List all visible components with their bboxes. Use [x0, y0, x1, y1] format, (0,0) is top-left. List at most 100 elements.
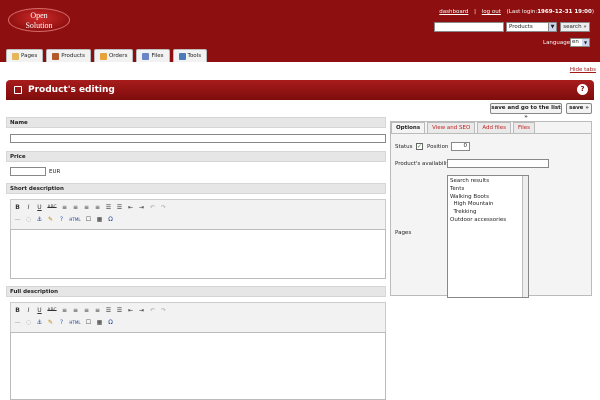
unlink-button[interactable]: ◌ — [25, 216, 32, 223]
list-item[interactable]: Outdoor accessories — [450, 217, 526, 225]
full-description-editor[interactable] — [10, 332, 386, 400]
undo-button[interactable]: ↶ — [149, 307, 156, 314]
tab-files[interactable]: Files — [512, 122, 536, 133]
bullet-list-button[interactable]: ☰ — [105, 307, 112, 314]
availability-field[interactable] — [447, 159, 549, 168]
options-tabs: Options View and SEO Add files Files — [391, 122, 536, 133]
position-field[interactable]: 0 — [451, 142, 470, 151]
options-panel: Options View and SEO Add files Files Sta… — [390, 121, 592, 298]
tab-options[interactable]: Options — [391, 122, 426, 133]
bold-button[interactable]: B — [14, 204, 21, 211]
status-checkbox[interactable]: ✓ — [416, 143, 423, 150]
underline-button[interactable]: U — [36, 307, 43, 314]
currency-label: EUR — [49, 169, 61, 175]
special-char-button[interactable]: Ω — [107, 216, 114, 223]
image-button[interactable]: ☐ — [85, 216, 92, 223]
save-button[interactable]: save » — [566, 103, 592, 114]
tab-products[interactable]: Products — [46, 49, 91, 62]
action-bar: save and go to the list » save » — [6, 100, 594, 120]
tab-view-and-seo[interactable]: View and SEO — [427, 122, 476, 133]
full-description-section: Full description — [6, 286, 386, 297]
list-item[interactable]: Trekking — [450, 209, 526, 217]
outdent-button[interactable]: ⇤ — [127, 204, 134, 211]
search-button[interactable]: search » — [560, 22, 590, 32]
cleanup-button[interactable]: ✎ — [47, 216, 54, 223]
numbered-list-button[interactable]: ☰ — [116, 307, 123, 314]
italic-button[interactable]: I — [25, 307, 32, 314]
files-icon — [142, 52, 150, 60]
align-center-button[interactable]: ≡ — [72, 307, 79, 314]
logo[interactable]: Open Solution — [8, 8, 70, 32]
italic-button[interactable]: I — [25, 204, 32, 211]
link-button[interactable]: — — [14, 319, 21, 326]
tab-tools[interactable]: Tools — [172, 49, 208, 62]
list-item[interactable]: High Mountain — [450, 201, 526, 209]
cleanup-button[interactable]: ✎ — [47, 319, 54, 326]
table-button[interactable]: ▦ — [96, 216, 103, 223]
image-button[interactable]: ☐ — [85, 319, 92, 326]
align-right-button[interactable]: ≡ — [83, 307, 90, 314]
tab-label: Orders — [108, 53, 128, 59]
short-description-section: Short description — [6, 183, 386, 194]
search-type-select[interactable]: Products ▼ — [506, 22, 557, 32]
redo-button[interactable]: ↷ — [160, 204, 167, 211]
align-justify-button[interactable]: ≡ — [94, 204, 101, 211]
strikethrough-button[interactable]: ABC — [47, 307, 57, 314]
help-icon[interactable]: ? — [577, 84, 588, 95]
bold-button[interactable]: B — [14, 307, 21, 314]
tab-add-files[interactable]: Add files — [477, 122, 511, 133]
numbered-list-button[interactable]: ☰ — [116, 204, 123, 211]
products-icon — [52, 52, 60, 60]
anchor-icon[interactable]: ⚓ — [36, 319, 43, 326]
tab-pages[interactable]: Pages — [6, 49, 44, 62]
redo-button[interactable]: ↷ — [160, 307, 167, 314]
align-justify-button[interactable]: ≡ — [94, 307, 101, 314]
help-button[interactable]: ? — [58, 216, 65, 223]
indent-button[interactable]: ⇥ — [138, 204, 145, 211]
html-button[interactable]: HTML — [69, 216, 81, 223]
special-char-button[interactable]: Ω — [107, 319, 114, 326]
dashboard-link[interactable]: dashboard — [439, 9, 468, 15]
tab-label: Files — [151, 53, 164, 59]
list-item[interactable]: Tents — [450, 186, 526, 194]
hide-tabs-link[interactable]: Hide tabs — [570, 67, 596, 73]
save-and-go-button[interactable]: save and go to the list » — [490, 103, 562, 120]
indent-button[interactable]: ⇥ — [138, 307, 145, 314]
last-login-value: 1969-12-31 19:00 — [537, 9, 592, 15]
language-select[interactable]: en ▼ — [570, 38, 590, 47]
align-center-button[interactable]: ≡ — [72, 204, 79, 211]
search-input[interactable] — [434, 22, 504, 32]
logout-link[interactable]: log out — [482, 9, 501, 15]
list-item[interactable]: Search results — [450, 178, 526, 186]
tab-orders[interactable]: Orders — [93, 49, 134, 62]
short-description-editor[interactable] — [10, 229, 386, 279]
position-label: Position — [427, 144, 449, 150]
product-form: Name Price EUR Short description B I U A… — [6, 117, 386, 400]
list-item[interactable]: Walking Boots — [450, 194, 526, 202]
availability-label: Product's availability — [395, 161, 452, 167]
link-button[interactable]: — — [14, 216, 21, 223]
options-content: Status ✓ Position 0 Product's availabili… — [391, 133, 591, 298]
table-button[interactable]: ▦ — [96, 319, 103, 326]
underline-button[interactable]: U — [36, 204, 43, 211]
strikethrough-button[interactable]: ABC — [47, 204, 57, 211]
bullet-list-button[interactable]: ☰ — [105, 204, 112, 211]
separator: | — [474, 9, 476, 15]
scrollbar[interactable] — [522, 176, 528, 297]
tab-files[interactable]: Files — [136, 49, 170, 62]
anchor-icon[interactable]: ⚓ — [36, 216, 43, 223]
pages-listbox[interactable]: Search results Tents Walking Boots High … — [447, 175, 529, 298]
name-field[interactable] — [10, 134, 386, 143]
align-left-button[interactable]: ≡ — [61, 204, 68, 211]
outdent-button[interactable]: ⇤ — [127, 307, 134, 314]
help-button[interactable]: ? — [58, 319, 65, 326]
unlink-button[interactable]: ◌ — [25, 319, 32, 326]
undo-button[interactable]: ↶ — [149, 204, 156, 211]
price-field[interactable] — [10, 167, 46, 176]
top-links: dashboard | log out (Last login:1969-12-… — [435, 9, 594, 15]
align-right-button[interactable]: ≡ — [83, 204, 90, 211]
page-title: Product's editing — [28, 85, 115, 95]
html-button[interactable]: HTML — [69, 319, 81, 326]
align-left-button[interactable]: ≡ — [61, 307, 68, 314]
price-section: Price — [6, 151, 386, 162]
